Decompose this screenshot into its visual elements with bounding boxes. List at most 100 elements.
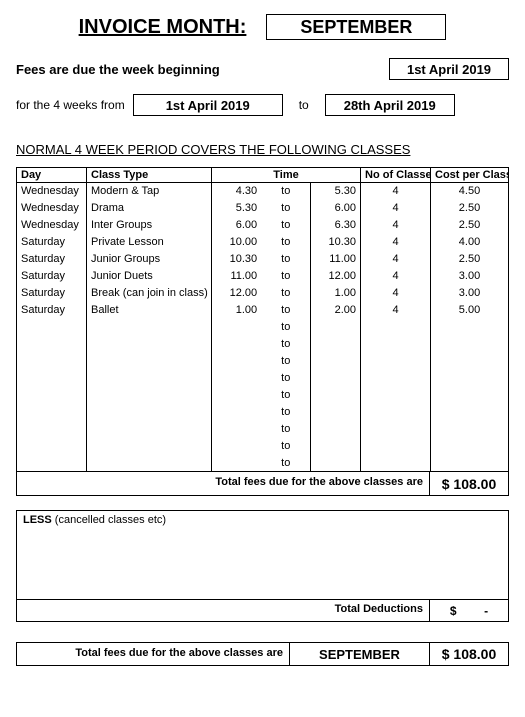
final-label: Total fees due for the above classes are: [17, 643, 290, 665]
cell: [87, 319, 212, 336]
cell: Saturday: [17, 234, 87, 251]
cell: [87, 387, 212, 404]
cell: [311, 353, 361, 370]
cell: [17, 353, 87, 370]
cell: [87, 404, 212, 421]
cell: 10.30: [311, 234, 361, 251]
cell: 5.30: [212, 200, 262, 217]
cell: [431, 421, 509, 438]
cell: [212, 438, 262, 455]
cell: [361, 336, 431, 353]
cell: 4: [361, 268, 431, 285]
less-body: [17, 529, 508, 599]
less-box: LESS (cancelled classes etc) Total Deduc…: [16, 510, 509, 622]
less-rest: (cancelled classes etc): [52, 514, 166, 526]
cell: [361, 455, 431, 472]
cell: Saturday: [17, 285, 87, 302]
deduct-value: $ -: [430, 600, 508, 621]
final-row: Total fees due for the above classes are…: [16, 642, 509, 666]
cell: [212, 387, 262, 404]
table-row: to: [17, 353, 509, 370]
cell: Ballet: [87, 302, 212, 319]
cell: [87, 455, 212, 472]
cell: 4.30: [212, 183, 262, 200]
title-row: INVOICE MONTH: SEPTEMBER: [16, 14, 509, 40]
cell: [17, 370, 87, 387]
due-text: Fees are due the week beginning: [16, 62, 220, 77]
cell: Drama: [87, 200, 212, 217]
cell: 4: [361, 302, 431, 319]
final-month: SEPTEMBER: [290, 643, 430, 665]
cell: [311, 370, 361, 387]
cell: [431, 455, 509, 472]
cell: [17, 387, 87, 404]
table-row: SaturdayPrivate Lesson10.00to10.3044.00: [17, 234, 509, 251]
cell: to: [261, 234, 311, 251]
cell: [311, 319, 361, 336]
cell: 3.00: [431, 268, 509, 285]
cell: [311, 336, 361, 353]
cell: [87, 438, 212, 455]
cell: 10.30: [212, 251, 262, 268]
table-row: SaturdayBreak (can join in class)12.00to…: [17, 285, 509, 302]
cell: [212, 353, 262, 370]
cell: 2.50: [431, 217, 509, 234]
totals-row: Total fees due for the above classes are…: [16, 472, 509, 496]
cell: 2.50: [431, 251, 509, 268]
from-date-box: 1st April 2019: [133, 94, 283, 116]
cell: to: [261, 421, 311, 438]
cell: [17, 421, 87, 438]
cell: 10.00: [212, 234, 262, 251]
cell: Wednesday: [17, 200, 87, 217]
cell: 4: [361, 217, 431, 234]
cell: 3.00: [431, 285, 509, 302]
cell: to: [261, 438, 311, 455]
cell: to: [261, 217, 311, 234]
weeks-text: for the 4 weeks from: [16, 98, 125, 112]
table-row: SaturdayJunior Duets11.00to12.0043.00: [17, 268, 509, 285]
cell: [212, 319, 262, 336]
cell: to: [261, 370, 311, 387]
section-title: NORMAL 4 WEEK PERIOD COVERS THE FOLLOWIN…: [16, 142, 509, 157]
cell: to: [261, 302, 311, 319]
cell: [87, 421, 212, 438]
cell: 5.00: [431, 302, 509, 319]
cell: [212, 421, 262, 438]
cell: Modern & Tap: [87, 183, 212, 200]
cell: [431, 438, 509, 455]
cell: Inter Groups: [87, 217, 212, 234]
cell: [17, 319, 87, 336]
deduct-label: Total Deductions: [17, 600, 430, 621]
cell: 1.00: [311, 285, 361, 302]
cell: Private Lesson: [87, 234, 212, 251]
cell: [17, 404, 87, 421]
cell: 11.00: [311, 251, 361, 268]
cell: [87, 370, 212, 387]
cell: [311, 387, 361, 404]
cell: [87, 353, 212, 370]
cell: [431, 387, 509, 404]
cell: Wednesday: [17, 217, 87, 234]
cell: 4: [361, 285, 431, 302]
cell: [311, 421, 361, 438]
cell: to: [261, 336, 311, 353]
cell: to: [261, 251, 311, 268]
cell: [361, 319, 431, 336]
less-header: LESS (cancelled classes etc): [17, 511, 508, 529]
cell: 4: [361, 251, 431, 268]
totals-label: Total fees due for the above classes are: [17, 472, 430, 495]
table-row: to: [17, 404, 509, 421]
cell: [212, 370, 262, 387]
cell: [87, 336, 212, 353]
less-bold: LESS: [23, 514, 52, 526]
table-row: SaturdayBallet1.00to2.0045.00: [17, 302, 509, 319]
table-row: to: [17, 421, 509, 438]
th-day: Day: [17, 168, 87, 183]
cell: [17, 455, 87, 472]
due-row: Fees are due the week beginning 1st Apri…: [16, 58, 509, 80]
cell: [212, 455, 262, 472]
cell: 1.00: [212, 302, 262, 319]
cell: 5.30: [311, 183, 361, 200]
cell: [431, 353, 509, 370]
table-header-row: Day Class Type Time No of Classes Cost p…: [17, 168, 509, 183]
